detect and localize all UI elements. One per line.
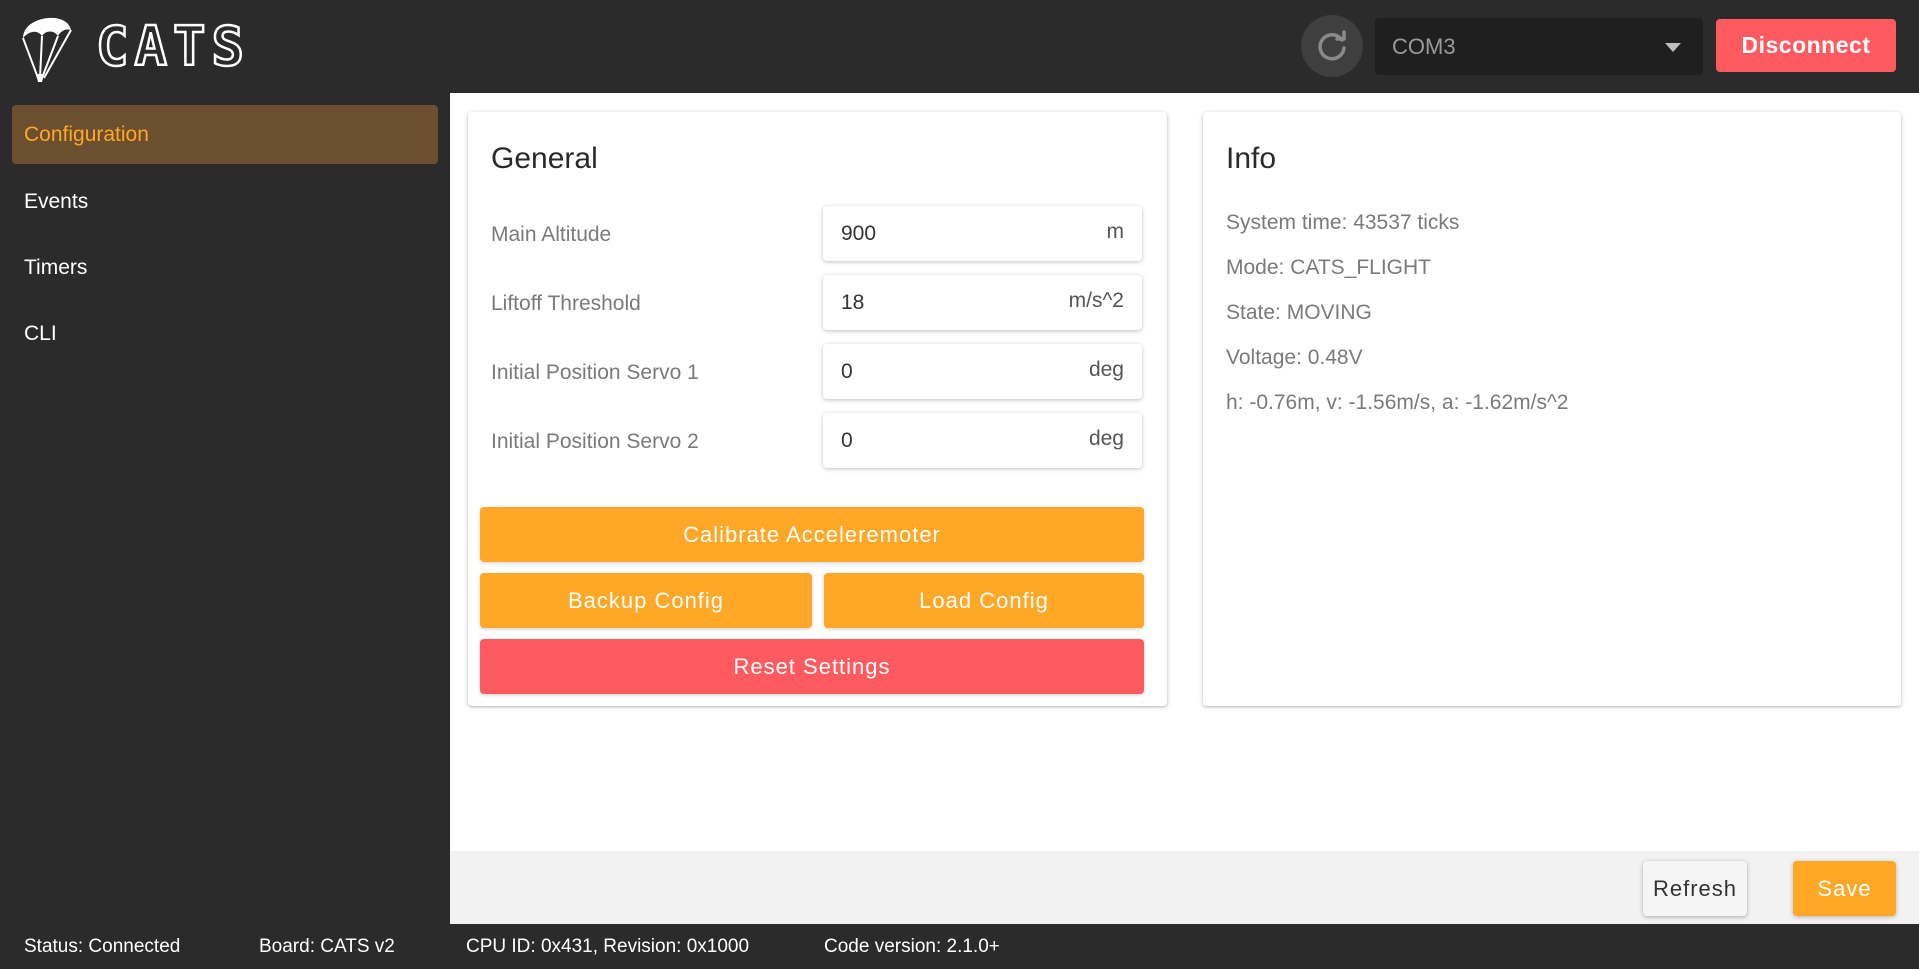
servo-2-position-unit: deg	[1088, 427, 1124, 450]
info-card: Info System time: 43537 ticks Mode: CATS…	[1203, 112, 1901, 706]
backup-config-button[interactable]: Backup Config	[480, 573, 812, 628]
code-version: Code version: 2.1.0+	[824, 936, 1000, 957]
refresh-button[interactable]: Refresh	[1643, 861, 1747, 916]
sidebar-item-timers[interactable]: Timers	[12, 238, 438, 297]
system-time-text: System time: 43537 ticks	[1226, 211, 1460, 234]
state-text: State: MOVING	[1226, 301, 1372, 324]
general-card-title: General	[491, 142, 598, 175]
sidebar-item-label: Events	[24, 189, 89, 213]
servo-1-position-label: Initial Position Servo 1	[491, 361, 699, 384]
liftoff-threshold-input[interactable]: 18 m/s^2	[823, 275, 1142, 330]
mode-text: Mode: CATS_FLIGHT	[1226, 256, 1431, 279]
liftoff-threshold-unit: m/s^2	[1068, 289, 1124, 312]
refresh-ports-button[interactable]	[1301, 15, 1363, 77]
load-config-button[interactable]: Load Config	[824, 573, 1144, 628]
servo-2-position-input[interactable]: 0 deg	[823, 413, 1142, 468]
caret-down-icon	[1665, 43, 1681, 52]
liftoff-threshold-value: 18	[841, 291, 865, 314]
servo-1-position-input[interactable]: 0 deg	[823, 344, 1142, 399]
voltage-text: Voltage: 0.48V	[1226, 346, 1363, 369]
servo-1-position-unit: deg	[1088, 358, 1124, 381]
cpu-info: CPU ID: 0x431, Revision: 0x1000	[466, 936, 750, 957]
kinematics-text: h: -0.76m, v: -1.56m/s, a: -1.62m/s^2	[1226, 391, 1569, 414]
status-bar: Status: Connected Board: CATS v2 CPU ID:…	[0, 924, 1919, 969]
sidebar: Configuration Events Timers CLI	[0, 93, 450, 924]
sidebar-item-label: CLI	[24, 321, 57, 345]
sidebar-item-configuration[interactable]: Configuration	[12, 105, 438, 164]
servo-2-position-label: Initial Position Servo 2	[491, 430, 699, 453]
sidebar-item-label: Configuration	[24, 122, 149, 146]
calibrate-accelerometer-button[interactable]: Calibrate Acceleremoter	[480, 507, 1144, 562]
port-select[interactable]: COM3	[1375, 18, 1703, 75]
reset-settings-button[interactable]: Reset Settings	[480, 639, 1144, 694]
board-info: Board: CATS v2	[259, 936, 395, 957]
main-altitude-value: 900	[841, 222, 877, 245]
sidebar-item-events[interactable]: Events	[12, 172, 438, 231]
main-content: General Main Altitude 900 m Liftoff Thre…	[450, 93, 1919, 851]
main-altitude-input[interactable]: 900 m	[823, 206, 1142, 261]
parachute-logo-icon	[22, 17, 72, 82]
main-altitude-label: Main Altitude	[491, 223, 612, 246]
top-bar: CATS COM3 Disconnect	[0, 0, 1919, 93]
refresh-icon	[1318, 30, 1346, 61]
liftoff-threshold-label: Liftoff Threshold	[491, 292, 641, 315]
disconnect-button[interactable]: Disconnect	[1716, 19, 1896, 72]
app-title: CATS	[95, 13, 251, 79]
port-select-value: COM3	[1392, 33, 1456, 59]
info-card-title: Info	[1226, 142, 1277, 175]
general-card: General Main Altitude 900 m Liftoff Thre…	[468, 112, 1167, 706]
servo-1-position-value: 0	[841, 360, 853, 383]
connection-status: Status: Connected	[24, 936, 181, 957]
servo-2-position-value: 0	[841, 429, 853, 452]
save-button[interactable]: Save	[1793, 861, 1896, 916]
sidebar-item-cli[interactable]: CLI	[12, 304, 438, 363]
main-altitude-unit: m	[1106, 220, 1125, 243]
sidebar-item-label: Timers	[24, 255, 88, 279]
